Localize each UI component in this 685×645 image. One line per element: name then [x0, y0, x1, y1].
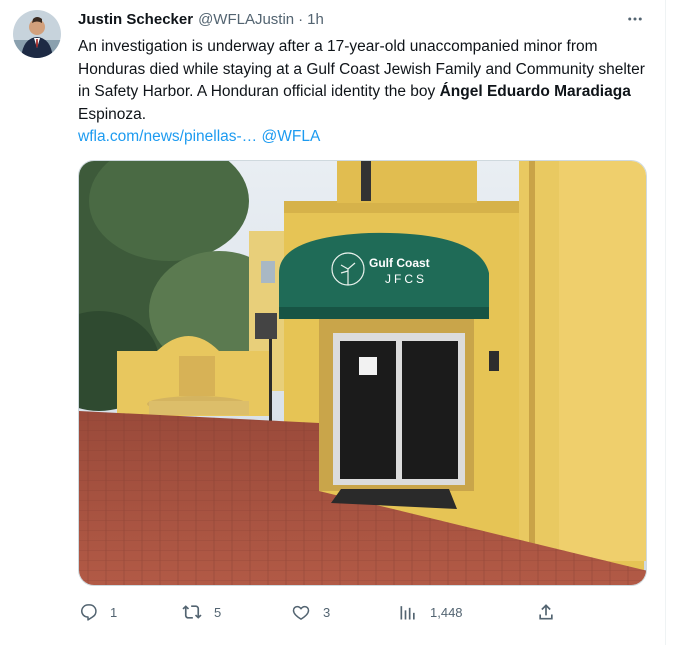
reply-button[interactable]: 1: [78, 596, 117, 628]
awning-text-line1: Gulf Coast: [369, 256, 430, 270]
author-avatar[interactable]: [13, 10, 61, 58]
author-name[interactable]: Justin Schecker: [78, 10, 193, 30]
retweet-button[interactable]: 5: [182, 596, 221, 628]
reply-count: 1: [110, 604, 118, 620]
tweet-text-bold-name: Ángel Eduardo Maradiaga: [439, 83, 631, 100]
retweet-icon: [182, 605, 202, 619]
reply-icon: [81, 604, 97, 621]
tweet-time[interactable]: 1h: [307, 10, 324, 30]
like-count: 3: [323, 604, 331, 620]
share-button[interactable]: [536, 596, 556, 628]
awning-text-line2: JFCS: [385, 272, 427, 286]
tweet-card[interactable]: Justin Schecker @WFLAJustin · 1h An inve…: [0, 0, 666, 645]
tweet-header: Justin Schecker @WFLAJustin · 1h: [78, 10, 324, 30]
views-chart-icon: [400, 606, 415, 620]
article-link[interactable]: wfla.com/news/pinellas-…: [78, 128, 257, 145]
retweet-count: 5: [214, 604, 222, 620]
more-dots-icon[interactable]: [622, 8, 648, 30]
tweet-photo[interactable]: Gulf Coast JFCS: [78, 160, 647, 586]
like-button[interactable]: 3: [291, 596, 330, 628]
heart-icon: [292, 605, 310, 620]
mention-link[interactable]: @WFLA: [262, 128, 321, 145]
tweet-text-part2: Espinoza.: [78, 105, 147, 123]
tweet-text: An investigation is underway after a 17-…: [78, 36, 648, 149]
separator-dot: ·: [298, 11, 304, 28]
views-button[interactable]: 1,448: [398, 596, 463, 628]
tweet-links: wfla.com/news/pinellas-… @WFLA: [78, 126, 648, 149]
author-handle[interactable]: @WFLAJustin: [198, 10, 294, 30]
share-icon: [539, 604, 553, 620]
tweet-action-bar: 1 5 3 1,448: [78, 596, 562, 628]
views-count: 1,448: [430, 604, 463, 620]
